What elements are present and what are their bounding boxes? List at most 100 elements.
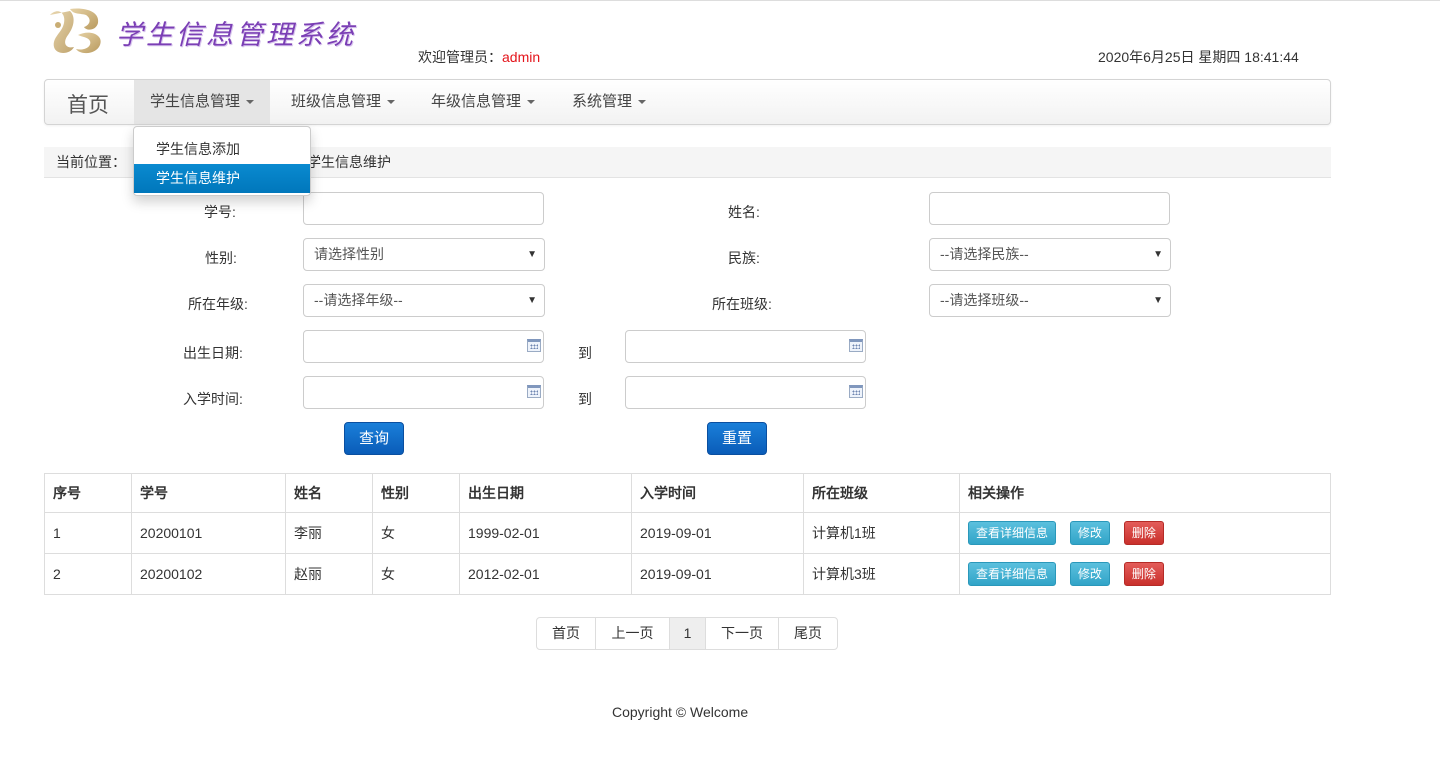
ethnicity-select-value: --请选择民族-- [940,246,1029,262]
nav-grade-management-label: 年级信息管理 [431,93,522,110]
cell-name: 李丽 [285,512,373,554]
page-last-button[interactable]: 尾页 [779,618,837,649]
nav-class-management-label: 班级信息管理 [291,93,382,110]
delete-button[interactable]: 删除 [1123,521,1164,545]
breadcrumb-label: 当前位置： [56,154,126,170]
enroll-date-to-input[interactable] [625,376,866,409]
student-table: 序号 学号 姓名 性别 出生日期 入学时间 所在班级 相关操作 1 202001… [44,473,1331,595]
calendar-icon[interactable] [849,339,863,352]
pagination: 首页 上一页 1 下一页 尾页 [536,617,838,650]
page-prev-button[interactable]: 上一页 [596,618,670,649]
delete-button[interactable]: 删除 [1123,562,1164,586]
birth-date-label: 出生日期: [183,345,243,361]
ethnicity-label: 民族: [728,250,760,266]
birth-date-to-input[interactable] [625,330,866,363]
edit-button[interactable]: 修改 [1069,521,1110,545]
caret-down-icon [527,100,536,105]
menu-item-add-student[interactable]: 学生信息添加 [134,135,310,164]
col-header-name: 姓名 [285,473,373,513]
reset-button[interactable]: 重置 [707,422,767,455]
cell-class: 计算机3班 [803,553,960,595]
grade-select-value: --请选择年级-- [314,292,403,308]
col-header-gender: 性别 [372,473,460,513]
birth-date-to-field[interactable] [625,330,866,363]
welcome-text: 欢迎管理员：admin [418,47,540,67]
cell-name: 赵丽 [285,553,373,595]
logo: 学生信息管理系统 [44,5,374,59]
cell-gender: 女 [372,553,460,595]
student-id-input[interactable] [303,192,544,225]
col-header-actions: 相关操作 [959,473,1331,513]
calendar-icon[interactable] [849,385,863,398]
welcome-label: 欢迎管理员： [418,49,502,65]
nav-system-management[interactable]: 系统管理 [556,80,662,124]
nav-student-management[interactable]: 学生信息管理 [134,80,271,124]
student-id-label: 学号: [204,204,236,220]
caret-down-icon [246,100,255,105]
col-header-student-id: 学号 [131,473,286,513]
class-label: 所在班级: [712,296,772,312]
cell-birth-date: 1999-02-01 [459,512,632,554]
cell-birth-date: 2012-02-01 [459,553,632,595]
nav-grade-management[interactable]: 年级信息管理 [415,80,551,124]
cell-enroll-date: 2019-09-01 [631,512,804,554]
page-next-button[interactable]: 下一页 [706,618,779,649]
dropdown-arrow-icon: ▼ [1153,249,1163,260]
table-row: 1 20200101 李丽 女 1999-02-01 2019-09-01 计算… [44,512,1331,554]
caret-down-icon [387,100,396,105]
col-header-enroll-date: 入学时间 [631,473,804,513]
student-management-dropdown: 学生信息添加 学生信息维护 [133,126,311,196]
main-navbar: 首页 学生信息管理 班级信息管理 年级信息管理 系统管理 [44,79,1331,125]
gender-select-value: 请选择性别 [314,246,384,262]
nav-home-link[interactable]: 首页 [67,89,109,119]
cell-gender: 女 [372,512,460,554]
col-header-birth-date: 出生日期 [459,473,632,513]
enroll-date-from-field[interactable] [303,376,544,409]
cell-actions: 查看详细信息 修改 删除 [959,553,1331,595]
cell-enroll-date: 2019-09-01 [631,553,804,595]
page-current-button[interactable]: 1 [670,618,706,649]
dropdown-arrow-icon: ▼ [527,295,537,306]
birth-date-to-label: 到 [578,345,592,361]
datetime-display: 2020年6月25日 星期四 18:41:44 [1098,49,1299,65]
table-row: 2 20200102 赵丽 女 2012-02-01 2019-09-01 计算… [44,553,1331,595]
enroll-date-to-label: 到 [578,391,592,407]
enroll-date-label: 入学时间: [183,391,243,407]
grade-select[interactable]: --请选择年级-- ▼ [303,284,545,317]
calendar-icon[interactable] [527,339,541,352]
logo-title: 学生信息管理系统 [116,20,356,51]
calendar-icon[interactable] [527,385,541,398]
edit-button[interactable]: 修改 [1069,562,1110,586]
cell-student-id: 20200101 [131,512,286,554]
class-select-value: --请选择班级-- [940,292,1029,308]
gender-select[interactable]: 请选择性别 ▼ [303,238,545,271]
admin-username: admin [502,49,541,65]
enroll-date-to-field[interactable] [625,376,866,409]
name-input[interactable] [929,192,1170,225]
menu-item-maintain-student[interactable]: 学生信息维护 [134,164,310,193]
breadcrumb-current: 学生信息维护 [307,154,391,170]
caret-down-icon [638,100,647,105]
query-button[interactable]: 查询 [344,422,404,455]
class-select[interactable]: --请选择班级-- ▼ [929,284,1171,317]
grade-label: 所在年级: [188,296,248,312]
dropdown-arrow-icon: ▼ [527,249,537,260]
footer-copyright: Copyright © Welcome [612,704,749,720]
col-header-index: 序号 [44,473,132,513]
page-first-button[interactable]: 首页 [537,618,596,649]
cell-class: 计算机1班 [803,512,960,554]
gender-label: 性别: [205,250,237,266]
birth-date-from-field[interactable] [303,330,544,363]
enroll-date-from-input[interactable] [303,376,544,409]
view-details-button[interactable]: 查看详细信息 [968,562,1057,586]
ethnicity-select[interactable]: --请选择民族-- ▼ [929,238,1171,271]
nav-system-management-label: 系统管理 [572,93,633,110]
cell-actions: 查看详细信息 修改 删除 [959,512,1331,554]
nav-student-management-label: 学生信息管理 [150,93,241,110]
view-details-button[interactable]: 查看详细信息 [968,521,1057,545]
nav-class-management[interactable]: 班级信息管理 [275,80,411,124]
cell-index: 1 [44,512,132,554]
cell-index: 2 [44,553,132,595]
birth-date-from-input[interactable] [303,330,544,363]
name-label: 姓名: [728,204,760,220]
